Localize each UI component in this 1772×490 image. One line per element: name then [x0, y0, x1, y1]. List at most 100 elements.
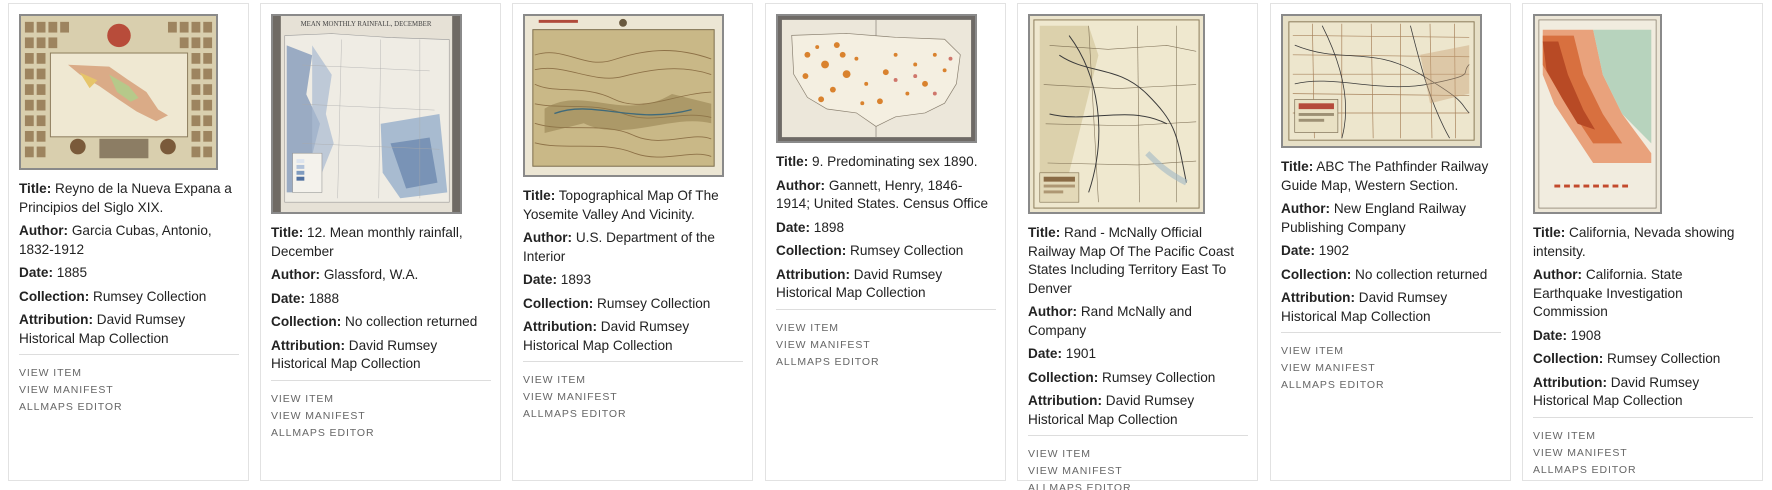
- allmaps-editor-link[interactable]: ALLMAPS EDITOR: [1533, 462, 1753, 479]
- title-row: Title: Reyno de la Nueva Expana a Princi…: [19, 181, 232, 215]
- attribution-row: Attribution: David Rumsey Historical Map…: [523, 319, 690, 353]
- title-row: Title: 9. Predominating sex 1890.: [776, 154, 978, 169]
- map-card: Title: 9. Predominating sex 1890. Author…: [765, 3, 1006, 481]
- divider: [271, 379, 491, 381]
- rainfall-map-icon: MEAN MONTHLY RAINFALL, DECEMBER: [273, 16, 460, 212]
- map-of-mexico-with-portraits-icon: [21, 16, 216, 168]
- map-thumbnail[interactable]: [1281, 14, 1482, 148]
- map-metadata: Title: Topographical Map Of The Yosemite…: [523, 187, 743, 423]
- author-row: Author: U.S. Department of the Interior: [523, 230, 715, 264]
- map-metadata: Title: 12. Mean monthly rainfall, Decemb…: [271, 224, 491, 442]
- item-title: Reyno de la Nueva Expana a Principios de…: [19, 181, 232, 215]
- pacific-railway-map-icon: [1030, 16, 1203, 212]
- view-manifest-link[interactable]: VIEW MANIFEST: [1533, 445, 1753, 462]
- map-metadata: Title: 9. Predominating sex 1890. Author…: [776, 153, 996, 371]
- map-thumbnail[interactable]: [1028, 14, 1205, 214]
- map-thumbnail[interactable]: MEAN MONTHLY RAINFALL, DECEMBER: [271, 14, 462, 214]
- divider: [523, 361, 743, 362]
- map-thumbnail[interactable]: [1533, 14, 1662, 214]
- author-row: Author: Rand McNally and Company: [1028, 304, 1192, 338]
- map-card: MEAN MONTHLY RAINFALL, DECEMBER Title: 1…: [260, 3, 501, 481]
- item-date: 1898: [813, 219, 845, 235]
- view-manifest-link[interactable]: VIEW MANIFEST: [271, 408, 491, 425]
- author-row: Author: California. State Earthquake Inv…: [1533, 267, 1683, 319]
- map-metadata: Title: Reyno de la Nueva Expana a Princi…: [19, 180, 239, 416]
- map-thumbnail[interactable]: [523, 14, 724, 177]
- collection-row: Collection: Rumsey Collection: [1533, 351, 1721, 366]
- item-collection: No collection returned: [1355, 266, 1488, 282]
- title-row: Title: 12. Mean monthly rainfall, Decemb…: [271, 225, 463, 259]
- author-row: Author: New England Railway Publishing C…: [1281, 201, 1467, 235]
- date-row: Date: 1888: [271, 290, 340, 306]
- allmaps-editor-link[interactable]: ALLMAPS EDITOR: [271, 425, 491, 442]
- date-row: Date: 1901: [1028, 346, 1097, 361]
- item-title: ABC The Pathfinder Railway Guide Map, We…: [1281, 159, 1489, 193]
- date-row: Date: 1893: [523, 272, 592, 287]
- map-card: Title: Reyno de la Nueva Expana a Princi…: [8, 3, 249, 481]
- collection-row: Collection: Rumsey Collection: [523, 295, 711, 311]
- date-row: Date: 1898: [776, 219, 845, 235]
- map-metadata: Title: California, Nevada showing intens…: [1533, 224, 1753, 479]
- allmaps-editor-link[interactable]: ALLMAPS EDITOR: [1281, 377, 1501, 394]
- view-item-link[interactable]: VIEW ITEM: [19, 365, 239, 382]
- item-date: 1902: [1318, 243, 1350, 258]
- attribution-row: Attribution: David Rumsey Historical Map…: [1281, 290, 1448, 324]
- collection-row: Collection: No collection returned: [271, 314, 478, 329]
- item-date: 1893: [560, 272, 592, 287]
- map-card: Title: Topographical Map Of The Yosemite…: [512, 3, 753, 481]
- view-manifest-link[interactable]: VIEW MANIFEST: [19, 382, 239, 399]
- divider: [1533, 416, 1753, 418]
- item-collection: Rumsey Collection: [1607, 351, 1721, 366]
- allmaps-editor-link[interactable]: ALLMAPS EDITOR: [776, 354, 996, 371]
- thumb-heading: MEAN MONTHLY RAINFALL, DECEMBER: [301, 21, 432, 28]
- date-row: Date: 1885: [19, 265, 88, 280]
- map-thumbnail[interactable]: [776, 14, 977, 143]
- item-collection: Rumsey Collection: [850, 243, 964, 258]
- allmaps-editor-link[interactable]: ALLMAPS EDITOR: [19, 399, 239, 416]
- railway-guide-map-icon: [1283, 16, 1480, 146]
- allmaps-editor-link[interactable]: ALLMAPS EDITOR: [523, 406, 743, 423]
- item-collection: Rumsey Collection: [1102, 369, 1216, 385]
- map-metadata: Title: ABC The Pathfinder Railway Guide …: [1281, 158, 1501, 394]
- map-card: Title: Rand - McNally Official Railway M…: [1017, 3, 1258, 490]
- divider: [19, 354, 239, 355]
- map-metadata: Title: Rand - McNally Official Railway M…: [1028, 224, 1248, 490]
- date-row: Date: 1908: [1533, 327, 1602, 343]
- earthquake-intensity-map-icon: [1535, 16, 1660, 212]
- view-manifest-link[interactable]: VIEW MANIFEST: [1028, 463, 1248, 480]
- attribution-row: Attribution: David Rumsey Historical Map…: [19, 312, 186, 346]
- item-author: Glassford, W.A.: [323, 267, 419, 282]
- author-row: Author: Glassford, W.A.: [271, 267, 419, 282]
- author-row: Author: Garcia Cubas, Antonio, 1832-1912: [19, 223, 212, 257]
- divider: [1028, 435, 1248, 436]
- yosemite-topographic-map-icon: [525, 16, 722, 175]
- view-item-link[interactable]: VIEW ITEM: [271, 391, 491, 408]
- attribution-row: Attribution: David Rumsey Historical Map…: [776, 266, 943, 301]
- view-manifest-link[interactable]: VIEW MANIFEST: [776, 337, 996, 354]
- view-manifest-link[interactable]: VIEW MANIFEST: [523, 389, 743, 406]
- collection-row: Collection: Rumsey Collection: [776, 243, 964, 258]
- item-date: 1885: [56, 265, 88, 280]
- divider: [1281, 332, 1501, 333]
- title-row: Title: Topographical Map Of The Yosemite…: [523, 188, 719, 222]
- view-item-link[interactable]: VIEW ITEM: [1028, 446, 1248, 463]
- item-collection: No collection returned: [345, 314, 478, 329]
- item-date: 1901: [1065, 346, 1097, 361]
- collection-row: Collection: No collection returned: [1281, 266, 1488, 282]
- title-row: Title: ABC The Pathfinder Railway Guide …: [1281, 159, 1489, 193]
- date-row: Date: 1902: [1281, 243, 1350, 258]
- map-results-grid: Title: Reyno de la Nueva Expana a Princi…: [0, 0, 1772, 490]
- title-row: Title: Rand - McNally Official Railway M…: [1028, 225, 1234, 296]
- author-row: Author: Gannett, Henry, 1846-1914; Unite…: [776, 177, 989, 212]
- view-item-link[interactable]: VIEW ITEM: [1533, 428, 1753, 445]
- divider: [776, 308, 996, 310]
- view-manifest-link[interactable]: VIEW MANIFEST: [1281, 360, 1501, 377]
- view-item-link[interactable]: VIEW ITEM: [523, 372, 743, 389]
- allmaps-editor-link[interactable]: ALLMAPS EDITOR: [1028, 480, 1248, 490]
- us-census-map-icon: [778, 16, 975, 141]
- map-thumbnail[interactable]: [19, 14, 218, 170]
- view-item-link[interactable]: VIEW ITEM: [1281, 343, 1501, 360]
- item-collection: Rumsey Collection: [93, 288, 207, 304]
- view-item-link[interactable]: VIEW ITEM: [776, 320, 996, 337]
- item-date: 1908: [1570, 327, 1602, 343]
